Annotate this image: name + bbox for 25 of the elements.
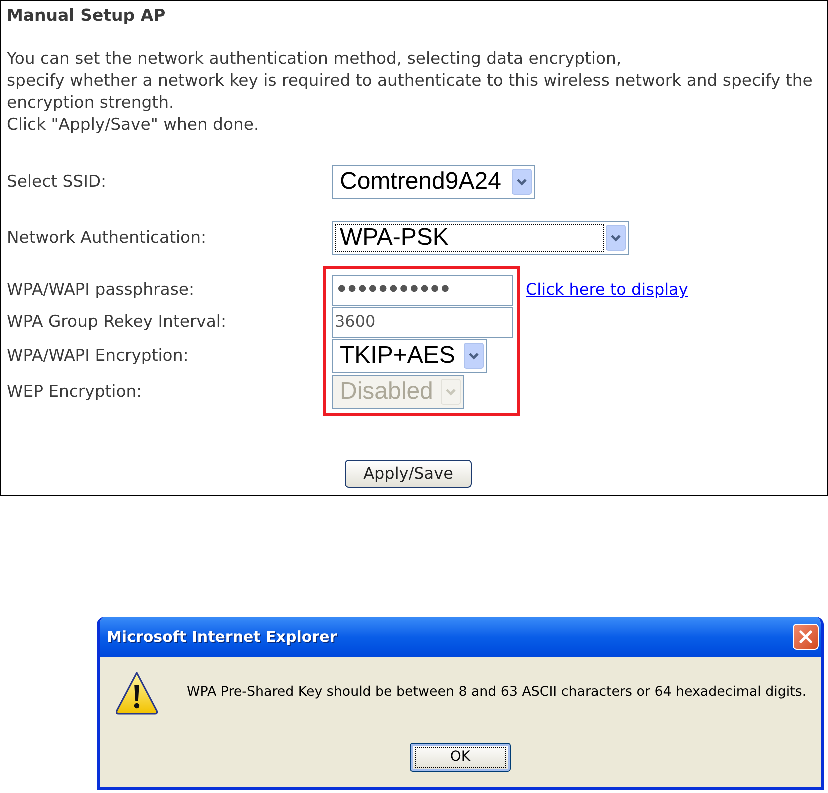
- dropdown-select[interactable]: Comtrend9A24: [332, 165, 535, 199]
- field-label: WPA/WAPI passphrase:: [7, 278, 194, 301]
- field-label: Select SSID:: [7, 170, 107, 193]
- chevron-down-icon: [464, 343, 484, 369]
- display-link[interactable]: Click here to display: [526, 278, 688, 302]
- dialog-title: Microsoft Internet Explorer: [107, 626, 338, 648]
- chevron-down-icon: [512, 169, 532, 195]
- dialog-message: WPA Pre-Shared Key should be between 8 and 63 ASCII characters or 64 hexadecimal digits.: [187, 684, 807, 702]
- chevron-down-icon: [606, 225, 626, 251]
- warning-icon: [116, 671, 160, 716]
- close-button[interactable]: [793, 624, 819, 650]
- dropdown-select[interactable]: WPA-PSK: [332, 221, 629, 255]
- close-icon: [799, 630, 813, 644]
- field-label: WPA Group Rekey Interval:: [7, 310, 227, 333]
- ok-button[interactable]: OK: [410, 743, 511, 772]
- description-line: You can set the network authentication method, selecting data encryption,: [7, 48, 622, 70]
- description-line: specify whether a network key is required to authenticate to this wireless network and specify the: [7, 70, 813, 92]
- field-label: Network Authentication:: [7, 226, 206, 249]
- description-line: encryption strength.: [7, 92, 174, 114]
- field-label: WPA/WAPI Encryption:: [7, 344, 189, 367]
- panel-title: Manual Setup AP: [7, 5, 166, 27]
- apply-save-button[interactable]: Apply/Save: [345, 460, 472, 488]
- description-line: Click "Apply/Save" when done.: [7, 114, 260, 136]
- field-label: WEP Encryption:: [7, 380, 142, 403]
- chevron-down-icon: [441, 379, 461, 405]
